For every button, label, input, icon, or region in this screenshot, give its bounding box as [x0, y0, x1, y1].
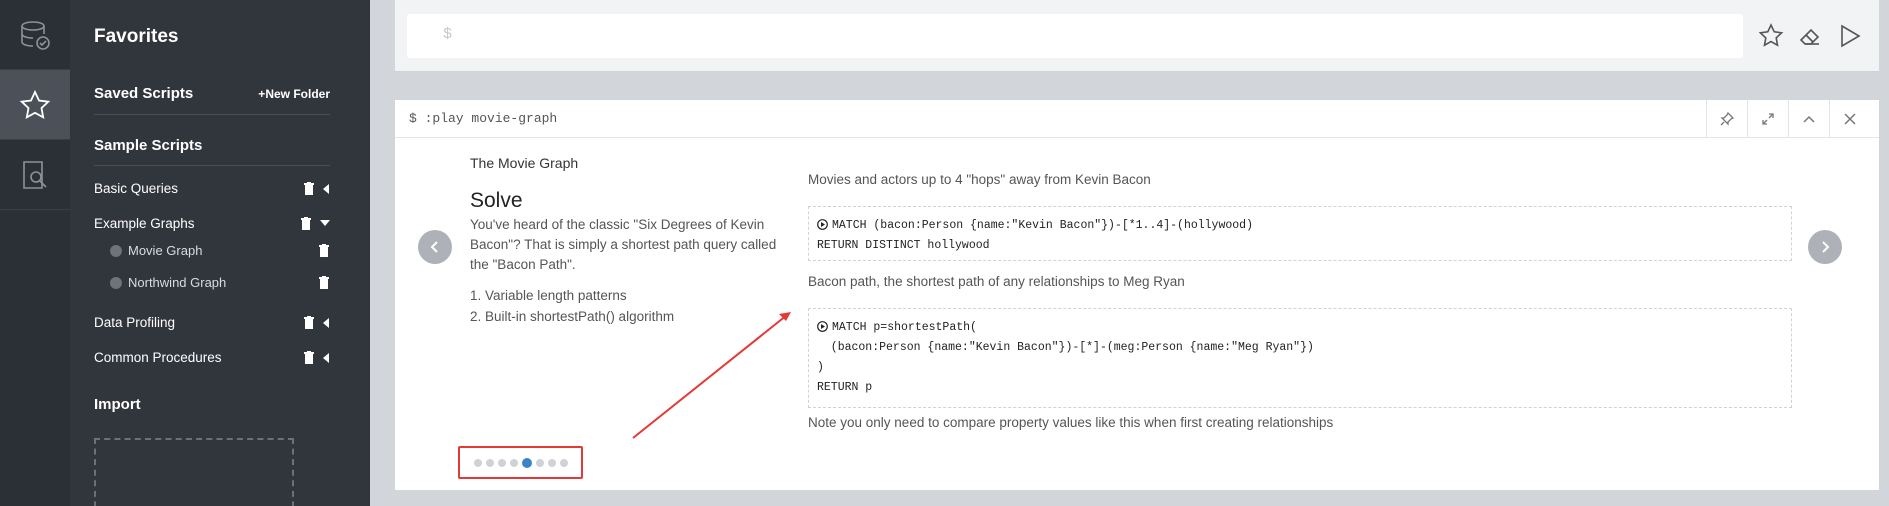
- folder-label: Data Profiling: [94, 315, 176, 330]
- search-doc-icon: [23, 160, 47, 189]
- icon-rail: [0, 0, 70, 506]
- collapse-frame-button[interactable]: [1788, 100, 1829, 138]
- trash-icon[interactable]: [300, 216, 312, 231]
- run-code-icon[interactable]: [817, 219, 828, 230]
- script-label: Northwind Graph: [128, 275, 227, 290]
- slide-dot[interactable]: [535, 458, 544, 467]
- trash-icon[interactable]: [318, 275, 330, 290]
- code-line: MATCH p=shortestPath(: [832, 321, 977, 334]
- chevron-left-icon: [430, 241, 438, 253]
- slide-dot[interactable]: [559, 458, 568, 467]
- code-line: ): [817, 361, 824, 374]
- favorites-drawer: Favorites Saved Scripts +New Folder Samp…: [70, 0, 370, 506]
- list-item: 1. Variable length patterns: [470, 288, 627, 303]
- trash-icon[interactable]: [303, 315, 315, 330]
- trash-icon[interactable]: [303, 181, 315, 196]
- guides-rail-button[interactable]: [0, 140, 70, 210]
- slide-indicator: [458, 446, 583, 479]
- new-folder-button[interactable]: +New Folder: [258, 87, 330, 101]
- example-description: Note you only need to compare property v…: [808, 415, 1334, 430]
- code-line: (bacon:Person {name:"Kevin Bacon"})-[*]-…: [817, 341, 1314, 354]
- slide-dot[interactable]: [473, 458, 482, 467]
- list-item: 2. Built-in shortestPath() algorithm: [470, 309, 675, 324]
- drawer-title: Favorites: [94, 26, 179, 47]
- caret-left-icon[interactable]: [323, 183, 330, 194]
- trash-icon[interactable]: [318, 243, 330, 258]
- star-icon: [19, 89, 51, 119]
- saved-scripts-label: Saved Scripts: [94, 85, 194, 102]
- saved-scripts-header: Saved Scripts +New Folder: [94, 85, 330, 102]
- slide-dot[interactable]: [509, 458, 518, 467]
- expand-icon: [1762, 113, 1774, 125]
- frame-command[interactable]: $ :play movie-graph: [409, 111, 557, 126]
- caret-left-icon[interactable]: [323, 352, 330, 363]
- query-editor-bar: $: [395, 0, 1879, 72]
- pin-frame-button[interactable]: [1706, 100, 1747, 138]
- play-frame: $ :play movie-graph The Movie Graph Solv…: [395, 100, 1879, 490]
- play-icon: [1841, 24, 1861, 48]
- pin-icon: [1720, 112, 1734, 126]
- import-label: Import: [94, 396, 141, 413]
- script-northwind-graph[interactable]: Northwind Graph: [110, 275, 330, 290]
- slide-dot[interactable]: [497, 458, 506, 467]
- script-movie-graph[interactable]: Movie Graph: [110, 243, 330, 258]
- code-line: RETURN DISTINCT hollywood: [817, 239, 990, 252]
- slide-body: You've heard of the classic "Six Degrees…: [470, 217, 777, 272]
- database-rail-button[interactable]: [0, 0, 70, 70]
- example-description: Movies and actors up to 4 "hops" away fr…: [808, 172, 1151, 187]
- code-line: MATCH (bacon:Person {name:"Kevin Bacon"}…: [832, 219, 1253, 232]
- slide-intro: The Movie Graph Solve You've heard of th…: [470, 155, 780, 327]
- sample-scripts-header: Sample Scripts: [94, 137, 330, 154]
- slide-dot[interactable]: [485, 458, 494, 467]
- example-description: Bacon path, the shortest path of any rel…: [808, 274, 1185, 289]
- fullscreen-button[interactable]: [1747, 100, 1788, 138]
- star-icon: [1758, 23, 1784, 47]
- folder-label: Common Procedures: [94, 350, 222, 365]
- import-drop-zone[interactable]: [94, 438, 294, 506]
- folder-example-graphs[interactable]: Example Graphs: [94, 216, 330, 231]
- import-header: Import: [94, 396, 330, 413]
- clear-editor-button[interactable]: [1796, 22, 1824, 50]
- run-script-icon[interactable]: [110, 276, 122, 289]
- divider: [94, 114, 330, 115]
- run-query-button[interactable]: [1836, 22, 1864, 50]
- folder-common-procedures[interactable]: Common Procedures: [94, 350, 330, 365]
- slide-title: Solve: [470, 189, 523, 212]
- previous-slide-button[interactable]: [418, 230, 452, 264]
- trash-icon[interactable]: [303, 350, 315, 365]
- favorites-rail-button[interactable]: [0, 70, 70, 140]
- run-script-icon[interactable]: [110, 244, 122, 257]
- slide-kicker: The Movie Graph: [470, 155, 579, 171]
- eraser-icon: [1799, 28, 1820, 45]
- chevron-right-icon: [1822, 241, 1830, 253]
- next-slide-button[interactable]: [1808, 230, 1842, 264]
- close-icon: [1844, 113, 1856, 125]
- slide-dot[interactable]: [547, 458, 556, 467]
- database-icon: [21, 20, 50, 50]
- run-code-icon[interactable]: [817, 321, 828, 332]
- close-frame-button[interactable]: [1829, 100, 1870, 138]
- folder-data-profiling[interactable]: Data Profiling: [94, 315, 330, 330]
- chevron-up-icon: [1803, 115, 1815, 123]
- folder-basic-queries[interactable]: Basic Queries: [94, 181, 330, 196]
- folder-label: Basic Queries: [94, 181, 179, 196]
- slide-dot-active[interactable]: [521, 457, 532, 468]
- frame-header: $ :play movie-graph: [395, 100, 1879, 138]
- script-label: Movie Graph: [128, 243, 203, 258]
- caret-down-icon[interactable]: [320, 220, 330, 227]
- sample-scripts-label: Sample Scripts: [94, 137, 203, 154]
- code-block[interactable]: MATCH (bacon:Person {name:"Kevin Bacon"}…: [808, 206, 1792, 261]
- caret-left-icon[interactable]: [323, 317, 330, 328]
- folder-label: Example Graphs: [94, 216, 195, 231]
- code-block[interactable]: MATCH p=shortestPath( (bacon:Person {nam…: [808, 308, 1792, 408]
- divider: [94, 165, 330, 166]
- favorite-query-button[interactable]: [1757, 22, 1785, 50]
- slide-list: 1. Variable length patterns 2. Built-in …: [470, 285, 780, 327]
- code-line: RETURN p: [817, 381, 873, 394]
- query-input[interactable]: $: [407, 14, 1743, 58]
